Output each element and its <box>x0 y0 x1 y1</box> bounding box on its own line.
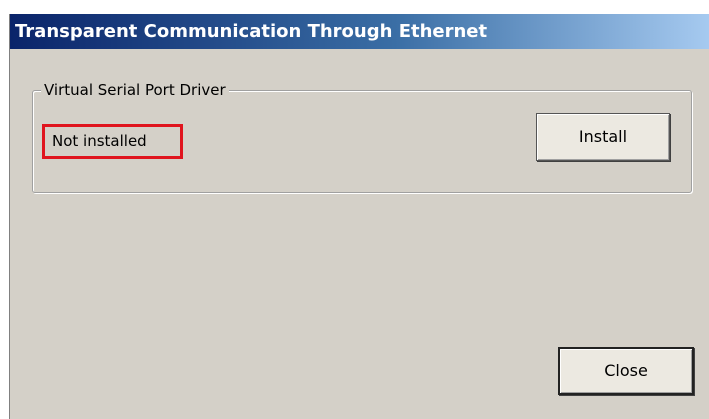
driver-status-text: Not installed <box>42 124 183 159</box>
driver-groupbox: Virtual Serial Port Driver Not installed… <box>32 80 692 193</box>
dialog-window: Transparent Communication Through Ethern… <box>9 14 709 419</box>
dialog-title: Transparent Communication Through Ethern… <box>10 14 709 49</box>
install-button[interactable]: Install <box>536 113 670 161</box>
groupbox-label: Virtual Serial Port Driver <box>41 80 229 100</box>
close-button[interactable]: Close <box>558 347 694 395</box>
